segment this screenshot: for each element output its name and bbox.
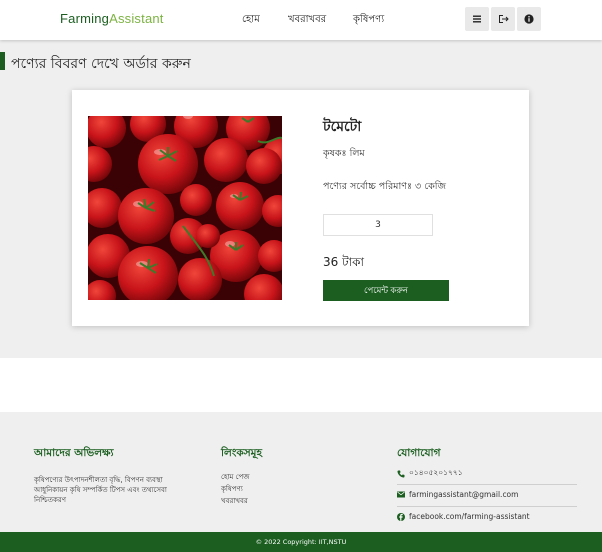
mission-text: কৃষিপণ্যের উৎপাদনশীলতা বৃদ্ধি, বিপণন ব্য… bbox=[34, 476, 167, 504]
logout-button[interactable] bbox=[491, 7, 515, 31]
links-heading: লিংকসমূহ bbox=[221, 447, 262, 459]
phone-icon bbox=[397, 470, 405, 478]
copyright-bar: © 2022 Copyright: IIT,NSTU bbox=[0, 532, 602, 552]
nav-link-home[interactable]: হোম bbox=[242, 12, 260, 29]
logout-icon bbox=[498, 15, 509, 23]
brand-name-part1: Farming bbox=[60, 11, 110, 26]
product-card: টমেটো কৃষকঃ লিম পণ্যের সর্বোচ্চ পরিমাণঃ … bbox=[72, 90, 529, 326]
footer-mission: আমাদের অভিলক্ষ্য কৃষিপণ্যের উৎপাদনশীলতা … bbox=[34, 446, 174, 505]
info-icon bbox=[524, 14, 534, 24]
contact-facebook: facebook.com/farming-assistant bbox=[397, 512, 530, 521]
contact-email-text[interactable]: farmingassistant@gmail.com bbox=[409, 490, 518, 499]
mission-heading: আমাদের অভিলক্ষ্য bbox=[34, 447, 114, 459]
nav-link-products[interactable]: কৃষিপণ্য bbox=[353, 12, 384, 29]
facebook-icon bbox=[397, 512, 405, 521]
contact-email: farmingassistant@gmail.com bbox=[397, 490, 518, 499]
contact-divider bbox=[397, 506, 577, 507]
footer-links: লিংকসমূহ হোম পেজ কৃষিপণ্য খবরাখবর bbox=[221, 446, 331, 507]
max-quantity: পণ্যের সর্বোচ্চ পরিমাণঃ ৩ কেজি bbox=[323, 181, 446, 192]
menu-icon bbox=[473, 15, 481, 23]
footer-link-products[interactable]: কৃষিপণ্য bbox=[221, 483, 331, 495]
product-image bbox=[88, 116, 282, 300]
farmer-name: কৃষকঃ লিম bbox=[323, 148, 365, 159]
brand-name-part2: Assistant bbox=[109, 11, 164, 26]
footer-contact: যোগাযোগ ০১৪০৫২০১৭৭১ farmingassistant@gma… bbox=[397, 446, 582, 526]
top-navbar: FarmingAssistant হোম খবরাখবর কৃষিপণ্য bbox=[0, 0, 602, 40]
contact-divider bbox=[397, 484, 577, 485]
contact-phone: ০১৪০৫২০১৭৭১ bbox=[397, 468, 463, 480]
quantity-input[interactable] bbox=[323, 214, 433, 236]
footer-link-home[interactable]: হোম পেজ bbox=[221, 471, 331, 483]
tomato-image bbox=[88, 116, 282, 300]
price-text: 36 টাকা bbox=[323, 255, 364, 269]
product-detail-section: পণ্যের বিবরণ দেখে অর্ডার করুন টমেটো কৃষক… bbox=[0, 40, 602, 358]
brand-logo[interactable]: FarmingAssistant bbox=[60, 11, 164, 26]
contact-phone-text: ০১৪০৫২০১৭৭১ bbox=[409, 468, 463, 477]
footer-link-news[interactable]: খবরাখবর bbox=[221, 495, 331, 507]
info-button[interactable] bbox=[517, 7, 541, 31]
contact-facebook-text[interactable]: facebook.com/farming-assistant bbox=[409, 512, 530, 521]
contact-heading: যোগাযোগ bbox=[397, 447, 441, 459]
page-title: পণ্যের বিবরণ দেখে অর্ডার করুন bbox=[11, 56, 191, 72]
site-footer: আমাদের অভিলক্ষ্য কৃষিপণ্যের উৎপাদনশীলতা … bbox=[0, 412, 602, 532]
menu-button[interactable] bbox=[465, 7, 489, 31]
nav-link-news[interactable]: খবরাখবর bbox=[288, 12, 326, 29]
title-accent-bar bbox=[0, 52, 5, 70]
product-name: টমেটো bbox=[323, 119, 362, 135]
email-icon bbox=[397, 491, 405, 498]
payment-button[interactable]: পেমেন্ট করুন bbox=[323, 280, 449, 301]
